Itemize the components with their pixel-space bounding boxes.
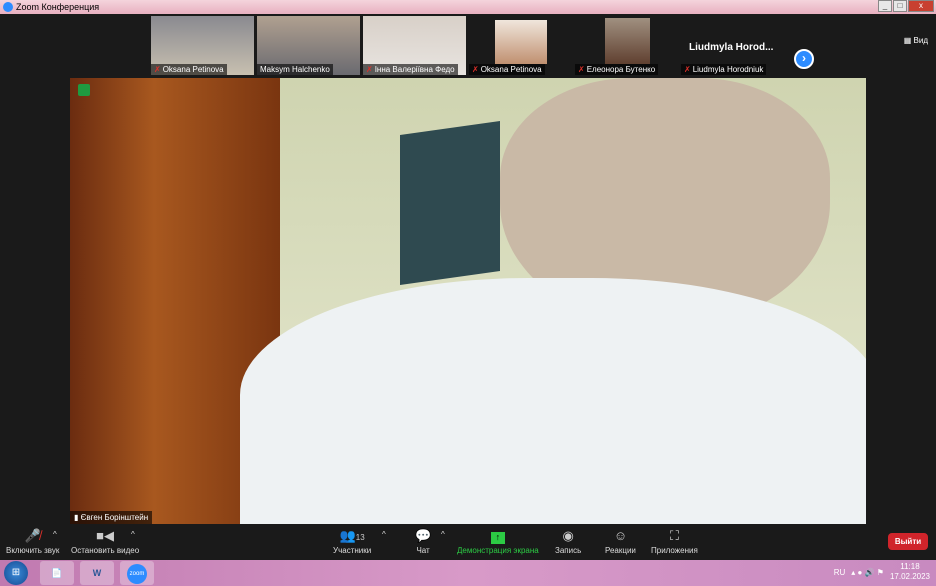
participant-tile[interactable]: ✗ Oksana Petinova: [151, 16, 254, 75]
participant-tile[interactable]: ✗ Елеонора Бутенко: [575, 16, 678, 75]
muted-mic-icon: ✗: [472, 65, 479, 74]
record-button[interactable]: ◉ Запись: [555, 528, 581, 555]
participants-options-caret[interactable]: ^: [382, 530, 386, 539]
title-bar: Zoom Конференция _ □ x: [0, 0, 936, 14]
participant-strip: ✗ Oksana Petinova Maksym Halchenko ✗ Інна …: [0, 14, 936, 76]
close-button[interactable]: x: [908, 0, 934, 12]
leave-button[interactable]: Выйти: [888, 533, 928, 550]
reactions-button[interactable]: ☺ Реакции: [605, 528, 636, 555]
reactions-icon: ☺: [613, 528, 628, 543]
video-options-caret[interactable]: ^: [131, 530, 135, 539]
taskbar-zoom-icon[interactable]: zoom: [120, 561, 154, 585]
participants-button[interactable]: 👥13 Участники: [333, 528, 371, 555]
chat-icon: 💬: [415, 528, 432, 543]
record-icon: ◉: [562, 528, 574, 543]
main-video: ▮ Євген Борінштейн: [70, 78, 866, 524]
muted-mic-icon: ✗: [154, 65, 161, 74]
participant-tile[interactable]: Liudmyla Horod... ✗ Liudmyla Horodniuk: [681, 16, 784, 75]
muted-mic-icon: ✗: [366, 65, 373, 74]
tray-icons[interactable]: ▴ ● 🔊 ⚑: [851, 568, 884, 577]
share-screen-icon: ↑: [490, 532, 505, 544]
participants-icon: 👥: [339, 528, 356, 543]
clock[interactable]: 11:18 17.02.2023: [890, 562, 930, 582]
muted-mic-icon: ✗: [578, 65, 585, 74]
participant-name: Елеонора Бутенко: [586, 65, 656, 74]
security-shield-icon[interactable]: [78, 84, 90, 96]
apps-icon: ⛶: [669, 528, 679, 543]
window-title: Zoom Конференция: [16, 2, 100, 12]
meeting-toolbar: 🎤̸ Включить звук ^ ■◀ Остановить видео ^ 👥…: [0, 524, 936, 560]
muted-mic-icon: ✗: [684, 65, 691, 74]
participant-display-name: Liudmyla Horod...: [689, 42, 774, 53]
active-speaker-label: ▮ Євген Борінштейн: [70, 511, 153, 524]
maximize-button[interactable]: □: [893, 0, 907, 12]
participant-name: Oksana Petinova: [480, 65, 542, 74]
participant-name: Інна Валеріївна Федо: [374, 65, 455, 74]
view-button[interactable]: ▦ Вид: [904, 36, 928, 45]
participant-name: Maksym Halchenko: [260, 65, 330, 74]
system-tray: RU ▴ ● 🔊 ⚑ 11:18 17.02.2023: [834, 562, 930, 582]
windows-taskbar: ⊞ 📄 W zoom RU ▴ ● 🔊 ⚑ 11:18 17.02.2023: [0, 560, 936, 586]
signal-icon: ▮: [74, 513, 81, 522]
participant-tile[interactable]: ✗ Oksana Petinova: [469, 16, 572, 75]
windows-start-icon[interactable]: ⊞: [4, 561, 28, 585]
participant-tile[interactable]: Maksym Halchenko: [257, 16, 360, 75]
taskbar-word-icon[interactable]: W: [80, 561, 114, 585]
unmute-button[interactable]: 🎤̸ Включить звук: [6, 528, 59, 555]
audio-options-caret[interactable]: ^: [53, 530, 57, 539]
chat-options-caret[interactable]: ^: [441, 530, 445, 539]
chat-button[interactable]: 💬 Чат: [415, 528, 431, 555]
next-page-arrow-icon[interactable]: ›: [794, 49, 814, 69]
stop-video-button[interactable]: ■◀ Остановить видео: [71, 528, 139, 555]
participant-name: Liudmyla Horodniuk: [692, 65, 764, 74]
participant-tile[interactable]: ✗ Інна Валеріївна Федо: [363, 16, 466, 75]
grid-icon: ▦: [903, 36, 914, 45]
minimize-button[interactable]: _: [878, 0, 892, 12]
taskbar-file-icon[interactable]: 📄: [40, 561, 74, 585]
muted-mic-icon: 🎤̸: [24, 528, 41, 543]
zoom-logo-icon: [3, 2, 13, 12]
participant-name: Oksana Petinova: [162, 65, 224, 74]
video-camera-icon: ■◀: [96, 528, 115, 543]
language-indicator[interactable]: RU: [834, 568, 846, 577]
apps-button[interactable]: ⛶ Приложения: [651, 528, 698, 555]
share-screen-button[interactable]: ↑ Демонстрация экрана: [457, 528, 539, 555]
